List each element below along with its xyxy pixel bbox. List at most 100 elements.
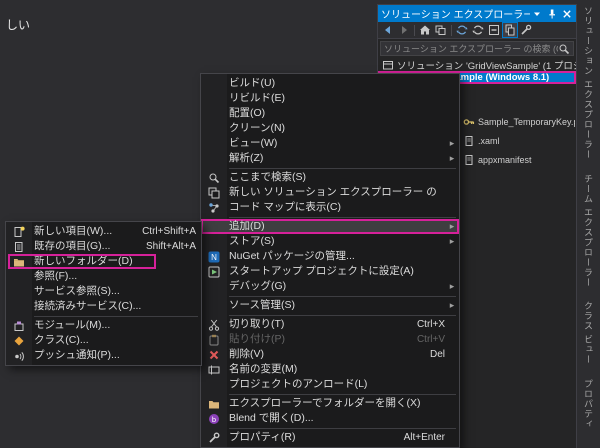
home-icon[interactable] <box>418 23 432 37</box>
menu-item-set-as-startup-project[interactable]: スタートアップ プロジェクトに設定(A) <box>201 264 459 279</box>
svg-text:N: N <box>211 253 217 262</box>
menu-gutter <box>201 76 227 91</box>
wrench-icon <box>201 430 227 445</box>
side-tab-3[interactable]: プロパティ <box>582 379 595 429</box>
menu-gutter <box>6 269 32 284</box>
tree-item-partial[interactable]: Sample_TemporaryKey.pfx <box>463 115 575 128</box>
menu-item-label: Blend で開く(D)... <box>227 411 314 426</box>
menu-item-push-notification[interactable]: プッシュ通知(P)... <box>6 348 201 363</box>
menu-item-scope-to-this[interactable]: ここまで検索(S) <box>201 170 459 185</box>
menu-item-rebuild[interactable]: リビルド(E) <box>201 91 459 106</box>
cut-icon <box>201 317 227 332</box>
menu-item-existing-item[interactable]: 既存の項目(G)...Shift+Alt+A <box>6 239 201 254</box>
menu-item-open-folder-in-explorer[interactable]: エクスプローラーでフォルダーを開く(X) <box>201 396 459 411</box>
menu-item-view[interactable]: ビュー(W)▸ <box>201 136 459 151</box>
menu-item-shortcut: Ctrl+Shift+A <box>134 224 196 239</box>
project-context-menu: ビルド(U)リビルド(E)配置(O)クリーン(N)ビュー(W)▸解析(Z)▸ここ… <box>200 73 460 448</box>
submenu-arrow-icon: ▸ <box>445 279 459 294</box>
menu-item-new-folder[interactable]: 新しいフォルダー(D) <box>6 254 201 269</box>
menu-item-properties[interactable]: プロパティ(R)Alt+Enter <box>201 430 459 445</box>
menu-gutter <box>6 284 32 299</box>
menu-item-module[interactable]: モジュール(M)... <box>6 318 201 333</box>
menu-item-debug[interactable]: デバッグ(G) ▸ <box>201 279 459 294</box>
show-all-files-icon[interactable] <box>503 23 517 37</box>
menu-item-store[interactable]: ストア(S)▸ <box>201 234 459 249</box>
menu-item-delete[interactable]: 削除(V) Del <box>201 347 459 362</box>
menu-gutter <box>201 106 227 121</box>
menu-item-shortcut: Ctrl+X <box>409 317 445 332</box>
menu-item-reference[interactable]: 参照(F)... <box>6 269 201 284</box>
menu-item-new-item[interactable]: 新しい項目(W)...Ctrl+Shift+A <box>6 224 201 239</box>
close-icon[interactable] <box>560 7 573 20</box>
module-icon <box>6 318 32 333</box>
menu-item-add[interactable]: 追加(D)▸ <box>201 219 459 234</box>
menu-item-label: 追加(D) <box>227 219 265 234</box>
panel-title: ソリューション エクスプローラー <box>381 6 530 21</box>
menu-item-label: ビルド(U) <box>227 76 275 91</box>
tree-item-label: .xaml <box>478 136 500 146</box>
search-box[interactable]: ソリューション エクスプローラー の検索 (Ctrl+;) <box>380 41 574 56</box>
menu-item-class[interactable]: クラス(C)... <box>6 333 201 348</box>
menu-item-label: 削除(V) <box>227 347 264 362</box>
menu-item-shortcut: Shift+Alt+A <box>138 239 196 254</box>
menu-item-build[interactable]: ビルド(U) <box>201 76 459 91</box>
menu-item-cut[interactable]: 切り取り(T)Ctrl+X <box>201 317 459 332</box>
tree-item-label: Sample_TemporaryKey.pfx <box>478 117 575 127</box>
menu-item-new-solution-explorer-view[interactable]: 新しい ソリューション エクスプローラー のビュー(N) <box>201 185 459 200</box>
switch-views-icon[interactable] <box>434 23 448 37</box>
titlebar-icon-group <box>530 7 573 20</box>
menu-item-show-on-code-map[interactable]: コード マップに表示(C) <box>201 200 459 215</box>
menu-item-source-control[interactable]: ソース管理(S)▸ <box>201 298 459 313</box>
menu-item-label: NuGet パッケージの管理... <box>227 249 355 264</box>
menu-item-rename[interactable]: 名前の変更(M) <box>201 362 459 377</box>
menu-item-clean[interactable]: クリーン(N) <box>201 121 459 136</box>
menu-item-label: デバッグ(G) <box>227 279 286 294</box>
pin-icon[interactable] <box>545 7 558 20</box>
doc-icon <box>463 154 475 166</box>
forward-icon[interactable] <box>397 23 411 37</box>
tree-item-solution[interactable]: ソリューション 'GridViewSample' (1 プロジェクト) <box>378 58 576 71</box>
menu-item-label: 参照(F)... <box>32 269 77 284</box>
svg-text:b: b <box>212 414 216 423</box>
new-folder-icon <box>6 254 32 269</box>
sync-icon[interactable] <box>455 23 469 37</box>
side-tab-0[interactable]: ソリューション エクスプローラー <box>582 6 595 160</box>
side-tab-2[interactable]: クラス ビュー <box>582 301 595 365</box>
solution-explorer-titlebar[interactable]: ソリューション エクスプローラー <box>378 5 576 22</box>
collapse-all-icon[interactable] <box>487 23 501 37</box>
menu-item-deploy[interactable]: 配置(O) <box>201 106 459 121</box>
sidebar-vertical-tabs: ソリューション エクスプローラーチーム エクスプローラークラス ビュープロパティ <box>578 6 599 446</box>
startup-icon <box>201 264 227 279</box>
tree-item-partial[interactable]: .xaml <box>463 134 575 147</box>
menu-item-unload-project[interactable]: プロジェクトのアンロード(L) <box>201 377 459 392</box>
properties-icon[interactable] <box>519 23 533 37</box>
rename-icon <box>201 362 227 377</box>
refresh-icon[interactable] <box>471 23 485 37</box>
menu-item-service-reference[interactable]: サービス参照(S)... <box>6 284 201 299</box>
menu-item-analyze[interactable]: 解析(Z)▸ <box>201 151 459 166</box>
search-icon[interactable] <box>558 43 570 55</box>
tree-item-partial[interactable]: appxmanifest <box>463 153 575 166</box>
solution-icon <box>382 59 394 71</box>
menu-item-paste[interactable]: 貼り付け(P)Ctrl+V <box>201 332 459 347</box>
submenu-arrow-icon: ▸ <box>445 298 459 313</box>
menu-gutter <box>201 279 227 294</box>
menu-item-open-in-blend[interactable]: b Blend で開く(D)... <box>201 411 459 426</box>
menu-item-connected-service[interactable]: 接続済みサービス(C)... <box>6 299 201 314</box>
side-tab-1[interactable]: チーム エクスプローラー <box>582 174 595 288</box>
menu-gutter <box>201 91 227 106</box>
menu-gutter <box>201 219 227 234</box>
back-icon[interactable] <box>381 23 395 37</box>
menu-item-label: 解析(Z) <box>227 151 263 166</box>
new-view-icon <box>201 185 227 200</box>
menu-item-manage-nuget-packages[interactable]: N NuGet パッケージの管理... <box>201 249 459 264</box>
menu-item-label: プロジェクトのアンロード(L) <box>227 377 367 392</box>
menu-item-label: 配置(O) <box>227 106 265 121</box>
menu-item-shortcut: Del <box>422 347 445 362</box>
menu-gutter <box>201 377 227 392</box>
delete-icon <box>201 347 227 362</box>
key-icon <box>463 116 475 128</box>
chevron-down-icon[interactable] <box>530 7 543 20</box>
submenu-arrow-icon: ▸ <box>445 136 459 151</box>
menu-gutter <box>201 234 227 249</box>
